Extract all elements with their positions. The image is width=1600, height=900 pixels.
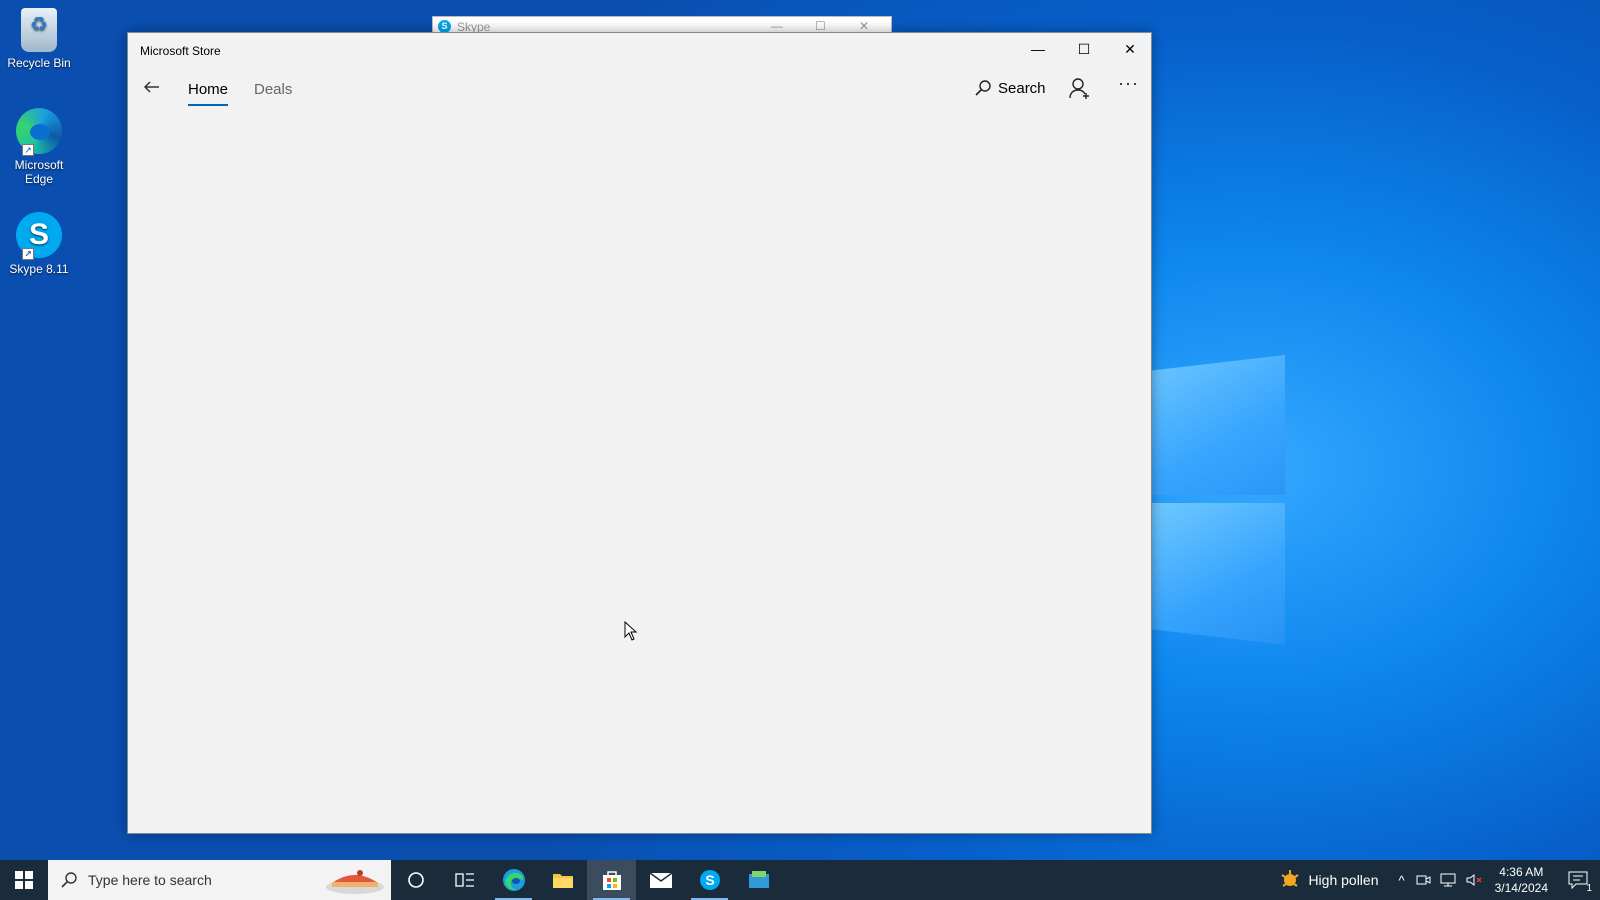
tab-home[interactable]: Home [188, 81, 229, 106]
mouse-cursor-icon [624, 621, 638, 641]
search-label: Search [998, 79, 1046, 97]
taskbar-mail[interactable] [636, 860, 685, 900]
chevron-up-icon[interactable]: ^ [1393, 873, 1411, 888]
pie-icon [326, 870, 384, 894]
meet-now-icon[interactable] [1415, 872, 1431, 888]
taskbar-skype[interactable]: S [685, 860, 734, 900]
taskbar-microsoft-store[interactable] [587, 860, 636, 900]
title-bar[interactable]: Microsoft Store — ☐ ✕ [128, 33, 1151, 67]
maximize-button[interactable]: ☐ [1061, 33, 1107, 65]
search-icon [61, 872, 77, 888]
desktop-icon-label: Skype 8.11 [9, 262, 69, 276]
weather-text: High pollen [1308, 872, 1379, 888]
microsoft-store-window: Microsoft Store — ☐ ✕ Home Deals Search [127, 32, 1152, 834]
sign-in-button[interactable] [1068, 77, 1092, 101]
recycle-bin-icon [21, 8, 57, 52]
taskbar-cortana[interactable] [391, 860, 440, 900]
file-explorer-icon [552, 874, 573, 888]
skype-icon: S [699, 870, 720, 890]
mail-icon [649, 872, 672, 888]
search-button[interactable]: Search [974, 79, 1046, 97]
skype-icon: S ↗ [16, 212, 62, 260]
store-navbar: Home Deals Search ··· [128, 67, 1151, 117]
user-add-icon [1069, 78, 1089, 99]
clock-time: 4:36 AM [1499, 865, 1544, 879]
taskbar-edge[interactable] [489, 860, 538, 900]
minimize-button[interactable]: — [1015, 33, 1061, 65]
task-view-icon [454, 873, 474, 887]
taskbar-search-box[interactable]: Type here to search [48, 860, 391, 900]
taskbar: Type here to search S High pollen ^ 4:36… [0, 860, 1600, 900]
system-tray: High pollen ^ 4:36 AM 3/14/2024 1 [1280, 860, 1600, 900]
clock[interactable]: 4:36 AM 3/14/2024 [1487, 864, 1556, 896]
clock-date: 3/14/2024 [1494, 881, 1548, 895]
taskbar-task-view[interactable] [440, 860, 489, 900]
desktop-icon-label: Recycle Bin [7, 56, 71, 70]
notification-icon [1568, 871, 1588, 889]
cortana-icon [407, 872, 424, 888]
edge-icon: ↗ [16, 108, 62, 156]
volume-muted-icon[interactable] [1465, 872, 1483, 888]
window-title: Microsoft Store [140, 44, 221, 58]
back-arrow-icon [143, 81, 159, 93]
desktop-icon-skype[interactable]: S ↗ Skype 8.11 [4, 212, 74, 276]
search-icon [975, 80, 991, 96]
svg-text:S: S [705, 872, 714, 888]
windows-wallpaper-logo [1140, 345, 1290, 645]
start-button[interactable] [0, 860, 48, 900]
taskbar-app[interactable] [734, 860, 783, 900]
action-center-button[interactable]: 1 [1556, 860, 1600, 900]
weather-widget[interactable]: High pollen [1280, 869, 1392, 891]
desktop-icon-label: Microsoft Edge [14, 158, 64, 186]
network-icon[interactable] [1439, 872, 1457, 888]
maximize-icon[interactable]: ☐ [815, 19, 826, 33]
edge-icon [502, 869, 525, 891]
windows-start-icon [15, 871, 33, 889]
close-button[interactable]: ✕ [1107, 33, 1153, 65]
back-button[interactable] [142, 77, 164, 99]
close-icon[interactable]: ✕ [859, 19, 869, 33]
app-icon [748, 871, 769, 888]
desktop-icon-microsoft-edge[interactable]: ↗ Microsoft Edge [4, 108, 74, 186]
desktop-icon-recycle-bin[interactable]: Recycle Bin [4, 8, 74, 70]
more-options-button[interactable]: ··· [1118, 73, 1139, 94]
notification-count: 1 [1586, 883, 1592, 894]
pollen-icon [1281, 870, 1299, 887]
tab-deals[interactable]: Deals [254, 81, 292, 98]
search-placeholder: Type here to search [88, 872, 212, 888]
minimize-icon[interactable]: — [771, 19, 783, 33]
store-icon [602, 871, 621, 890]
taskbar-file-explorer[interactable] [538, 860, 587, 900]
